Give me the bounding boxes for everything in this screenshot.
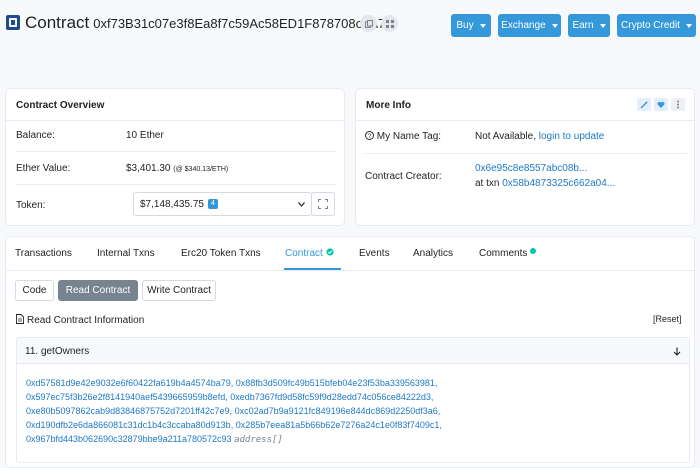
heart-icon[interactable] — [654, 98, 668, 111]
token-dropdown-value: $7,148,435.75 4 — [140, 199, 218, 210]
exchange-button-label: Exchange — [501, 20, 546, 31]
owner-address[interactable]: 0xd190dfb2e6da866081c31dc1b4c3ccaba80d91… — [26, 420, 231, 430]
buy-button[interactable]: Buy — [451, 14, 491, 37]
token-label: Token: — [16, 200, 46, 211]
ether-value: $3,401.30 (@ $340.13/ETH) — [126, 163, 228, 174]
ether-rate: (@ $340.13/ETH) — [173, 166, 229, 173]
reset-link[interactable]: [Reset] — [653, 314, 682, 324]
divider — [16, 184, 336, 185]
tab-analytics[interactable]: Analytics — [413, 248, 453, 259]
ether-value-amount: $3,401.30 — [126, 163, 171, 174]
new-comments-dot — [530, 248, 537, 254]
function-accordion: 11. getOwners 0xd57581d9e42e9032e6f60422… — [16, 337, 690, 463]
verified-check-icon — [325, 248, 334, 256]
ether-value-label: Ether Value: — [16, 163, 71, 174]
function-accordion-header[interactable]: 11. getOwners — [17, 338, 689, 364]
copy-icon[interactable] — [360, 15, 377, 32]
more-info-card: More Info ? My Name Tag: Not Available, … — [355, 88, 695, 226]
function-title: 11. getOwners — [25, 346, 90, 357]
owner-address[interactable]: 0xd57581d9e42e9032e6f60422fa619b4a4574ba… — [26, 378, 231, 388]
read-contract-info-text: Read Contract Information — [27, 315, 145, 326]
name-tag-label: ? My Name Tag: — [365, 131, 441, 142]
page-header: Contract 0xf73B31c07e3f8Ea8f7c59Ac58ED1F8… — [0, 0, 700, 50]
expand-icon[interactable] — [311, 192, 335, 216]
creator-txn-prefix: at txn — [475, 178, 500, 189]
earn-button-label: Earn — [572, 20, 594, 31]
balance-value: 10 Ether — [126, 130, 164, 141]
creator-address-row: 0x6e95c8e8557abc08b... — [475, 163, 587, 174]
page-title-text: Contract — [25, 13, 90, 32]
divider — [16, 151, 336, 152]
magic-wand-icon[interactable] — [637, 98, 651, 111]
tab-events[interactable]: Events — [359, 248, 390, 259]
chevron-down-icon — [685, 23, 692, 28]
buy-button-label: Buy — [456, 20, 474, 31]
document-icon — [16, 314, 24, 324]
creator-address-link[interactable]: 0x6e95c8e8557abc08b... — [475, 163, 587, 174]
arrow-down-icon — [673, 347, 681, 356]
tab-comments-label: Comments — [479, 248, 528, 259]
balance-label: Balance: — [16, 130, 55, 141]
contract-overview-card: Contract Overview Balance: 10 Ether Ethe… — [5, 88, 345, 226]
token-dropdown[interactable]: $7,148,435.75 4 — [133, 192, 312, 216]
name-tag-value: Not Available, login to update — [475, 131, 604, 142]
tab-contract[interactable]: Contract — [285, 248, 334, 259]
more-vertical-icon[interactable] — [671, 98, 685, 111]
function-output: 0xd57581d9e42e9032e6f60422fa619b4a4574ba… — [26, 378, 442, 445]
tab-contract-label: Contract — [285, 248, 323, 259]
tab-erc20-token-txns[interactable]: Erc20 Token Txns — [181, 248, 261, 259]
contract-tabs-panel: Transactions Internal Txns Erc20 Token T… — [5, 236, 695, 468]
chevron-down-icon — [298, 202, 305, 207]
tab-comments[interactable]: Comments — [479, 248, 537, 259]
chevron-down-icon — [551, 23, 558, 28]
contract-creator-label: Contract Creator: — [365, 171, 442, 182]
exchange-button[interactable]: Exchange — [498, 14, 561, 37]
chevron-down-icon — [479, 23, 486, 28]
contract-logo-icon — [6, 15, 20, 30]
crypto-credit-button-label: Crypto Credit — [621, 20, 680, 31]
owner-address[interactable]: 0x967bfd443b062690c32879bbe9a211a780572c… — [26, 434, 232, 444]
tab-transactions[interactable]: Transactions — [15, 248, 72, 259]
read-contract-button[interactable]: Read Contract — [58, 280, 138, 301]
divider — [6, 120, 344, 121]
divider — [6, 270, 694, 271]
question-circle-icon: ? — [365, 131, 374, 140]
login-to-update-link[interactable]: login to update — [539, 131, 605, 142]
qr-code-icon[interactable] — [381, 15, 398, 32]
page-title: Contract 0xf73B31c07e3f8Ea8f7c59Ac58ED1F8… — [25, 13, 392, 33]
divider — [365, 153, 687, 154]
svg-text:?: ? — [368, 133, 372, 140]
owner-address[interactable]: 0xc02ad7b9a9121fc849196e844dc869d2250df3… — [235, 406, 438, 416]
write-contract-button[interactable]: Write Contract — [142, 280, 216, 301]
name-tag-status: Not Available, — [475, 131, 536, 142]
earn-button[interactable]: Earn — [568, 14, 610, 37]
owner-address[interactable]: 0x597ec75f3b26e2f8141940aef5439665959b8e… — [26, 392, 225, 402]
creator-txn-link[interactable]: 0x58b4873325c662a04... — [502, 178, 615, 189]
owner-address[interactable]: 0xedb7367fd9d58fc59f9d28edd74c056ce84222… — [230, 392, 431, 402]
owner-address[interactable]: 0x88fb3d509fc49b515bfeb04e23f53ba3395639… — [236, 378, 435, 388]
owner-address[interactable]: 0xe80b5097862cab9d83846875752d7201ff42c7… — [26, 406, 230, 416]
read-contract-info: Read Contract Information — [16, 314, 144, 326]
return-type: address[] — [234, 435, 283, 445]
token-value: $7,148,435.75 — [140, 199, 204, 210]
tab-internal-txns[interactable]: Internal Txns — [97, 248, 155, 259]
token-count-badge: 4 — [207, 199, 218, 210]
divider — [356, 120, 694, 121]
creator-txn-row: at txn 0x58b4873325c662a04... — [475, 178, 615, 189]
contract-overview-title: Contract Overview — [16, 100, 105, 111]
more-info-title: More Info — [366, 100, 411, 111]
name-tag-label-text: My Name Tag: — [376, 131, 442, 142]
crypto-credit-button[interactable]: Crypto Credit — [617, 14, 696, 37]
code-button[interactable]: Code — [15, 280, 54, 301]
chevron-down-icon — [599, 23, 606, 28]
owner-address[interactable]: 0x285b7eea81a5b66b62e7276a24c1e0f83f7409… — [236, 420, 440, 430]
contract-address: 0xf73B31c07e3f8Ea8f7c59Ac58ED1F878708c8A… — [93, 16, 393, 31]
